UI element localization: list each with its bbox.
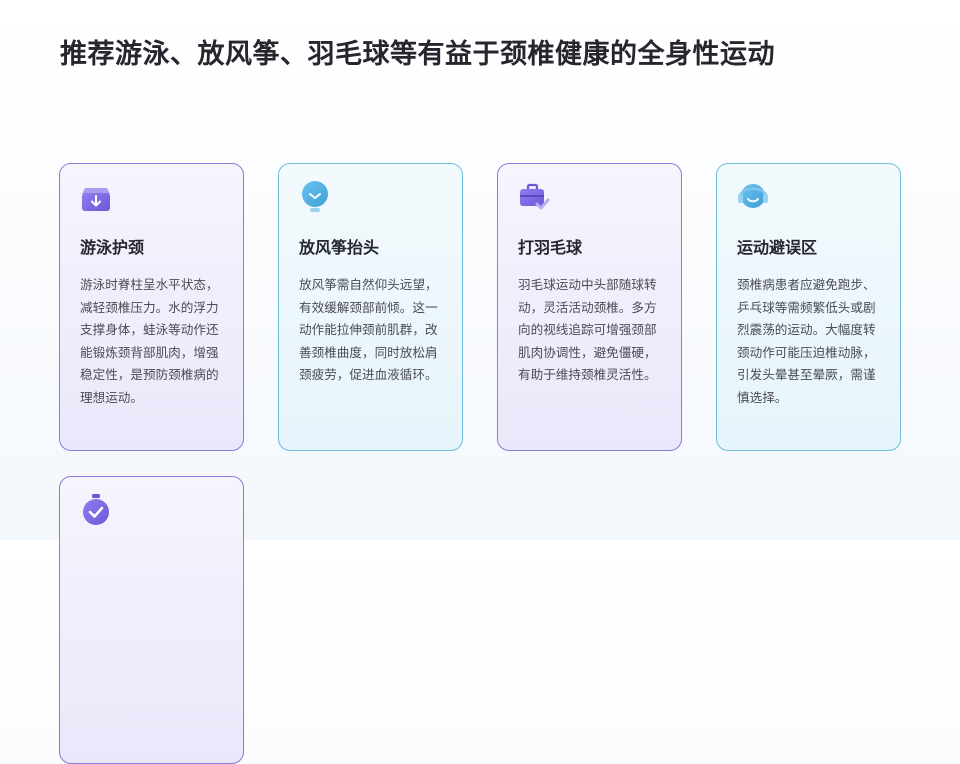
card-title: 放风筝抬头 bbox=[299, 238, 380, 257]
briefcase-check-icon bbox=[520, 183, 550, 210]
card-kite: 放风筝抬头 放风筝需自然仰头远望，有效缓解颈部前倾。这一动作能拉伸颈前肌群，改善… bbox=[278, 163, 463, 451]
inbox-download-icon bbox=[82, 188, 110, 211]
card-partial bbox=[59, 476, 244, 764]
card-text: 颈椎病患者应避免跑步、乒乓球等需频繁低头或剧烈震荡的运动。大幅度转颈动作可能压迫… bbox=[737, 277, 876, 405]
card-swimming: 游泳护颈 游泳时脊柱呈水平状态，减轻颈椎压力。水的浮力支撑身体，蛙泳等动作还能锻… bbox=[59, 163, 244, 451]
card-badminton: 打羽毛球 羽毛球运动中头部随球转动，灵活活动颈椎。多方向的视线追踪可增强颈部肌肉… bbox=[497, 163, 682, 451]
card-title: 游泳护颈 bbox=[80, 238, 145, 257]
card-text: 羽毛球运动中头部随球转动，灵活活动颈椎。多方向的视线追踪可增强颈部肌肉协调性，避… bbox=[518, 277, 657, 382]
headset-icon bbox=[738, 184, 768, 208]
card-avoid-mistakes: 运动避误区 颈椎病患者应避免跑步、乒乓球等需频繁低头或剧烈震荡的运动。大幅度转颈… bbox=[716, 163, 901, 451]
lightbulb-icon bbox=[302, 181, 328, 212]
card-title: 打羽毛球 bbox=[518, 238, 583, 257]
card-text: 游泳时脊柱呈水平状态，减轻颈椎压力。水的浮力支撑身体，蛙泳等动作还能锻炼颈背部肌… bbox=[80, 277, 219, 405]
card-title: 运动避误区 bbox=[737, 238, 818, 257]
card-text: 放风筝需自然仰头远望，有效缓解颈部前倾。这一动作能拉伸颈前肌群，改善颈椎曲度，同… bbox=[299, 277, 438, 382]
slide-title: 推荐游泳、放风筝、羽毛球等有益于颈椎健康的全身性运动 bbox=[60, 39, 775, 70]
stopwatch-check-icon bbox=[83, 494, 109, 525]
